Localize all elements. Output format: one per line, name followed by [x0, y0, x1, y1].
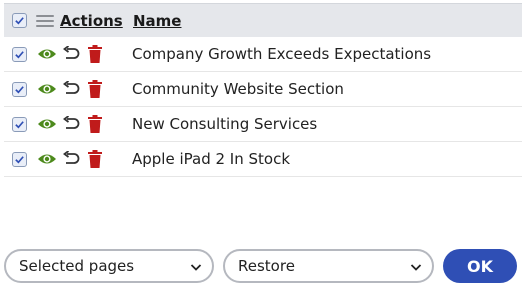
trash-icon[interactable]: [84, 45, 106, 63]
bulk-action-select[interactable]: Restore: [223, 249, 434, 283]
undo-icon[interactable]: [58, 81, 84, 97]
page-name[interactable]: New Consulting Services: [132, 115, 317, 133]
table-row: Apple iPad 2 In Stock: [4, 142, 522, 177]
trash-icon[interactable]: [84, 115, 106, 133]
table-row: Company Growth Exceeds Expectations: [4, 37, 522, 72]
name-column-header[interactable]: Name: [133, 12, 181, 30]
table-row: New Consulting Services: [4, 107, 522, 142]
bulk-action-value: Restore: [238, 257, 295, 275]
bulk-action-bar: Selected pages Restore OK: [4, 249, 519, 285]
row-actions: [36, 45, 132, 63]
row-actions: [36, 80, 132, 98]
trash-icon[interactable]: [84, 80, 106, 98]
table-row: Community Website Section: [4, 72, 522, 107]
chevron-down-icon: [190, 264, 202, 271]
page-name[interactable]: Company Growth Exceeds Expectations: [132, 45, 431, 63]
pages-table: Actions Name Company Growth Exceeds Expe…: [4, 3, 522, 177]
undo-icon[interactable]: [58, 46, 84, 62]
eye-icon[interactable]: [36, 47, 58, 61]
row-checkbox[interactable]: [12, 151, 27, 167]
page-scope-select[interactable]: Selected pages: [4, 249, 214, 283]
row-checkbox[interactable]: [12, 46, 27, 62]
table-header: Actions Name: [4, 3, 522, 37]
select-all-checkbox[interactable]: [12, 13, 27, 28]
chevron-down-icon: [410, 264, 422, 271]
row-checkbox[interactable]: [12, 116, 27, 132]
row-checkbox[interactable]: [12, 81, 27, 97]
page-name[interactable]: Apple iPad 2 In Stock: [132, 150, 290, 168]
eye-icon[interactable]: [36, 82, 58, 96]
row-actions: [36, 150, 132, 168]
actions-column-header[interactable]: Actions: [60, 12, 133, 30]
eye-icon[interactable]: [36, 152, 58, 166]
trash-icon[interactable]: [84, 150, 106, 168]
undo-icon[interactable]: [58, 116, 84, 132]
page-scope-value: Selected pages: [19, 257, 135, 275]
row-actions: [36, 115, 132, 133]
undo-icon[interactable]: [58, 151, 84, 167]
page-name[interactable]: Community Website Section: [132, 80, 344, 98]
ok-button[interactable]: OK: [443, 249, 517, 283]
hamburger-icon[interactable]: [36, 14, 54, 27]
eye-icon[interactable]: [36, 117, 58, 131]
